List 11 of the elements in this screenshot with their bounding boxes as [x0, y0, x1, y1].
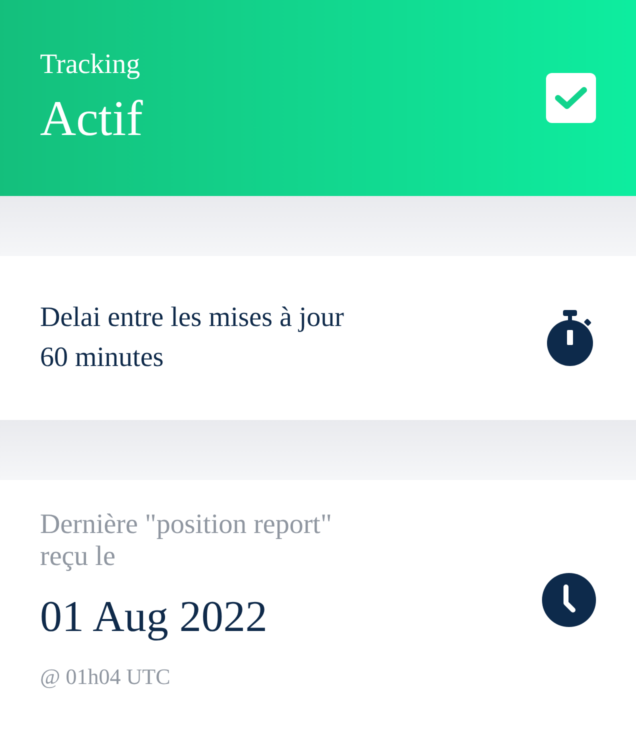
tracking-label: Tracking: [40, 48, 142, 82]
interval-value: 60 minutes: [40, 341, 165, 375]
stopwatch-icon: [546, 310, 596, 366]
last-report-label: Dernière "position report" reçu le: [40, 509, 333, 573]
clock-icon: [542, 573, 596, 627]
tracking-checkbox[interactable]: [546, 73, 596, 123]
checkmark-icon: [554, 85, 588, 111]
interval-label: Delai entre les mises à jour: [40, 301, 344, 335]
last-report-time: @ 01h04 UTC: [40, 663, 172, 691]
tracking-status: Actif: [40, 89, 143, 148]
last-report-date: 01 Aug 2022: [40, 591, 268, 643]
